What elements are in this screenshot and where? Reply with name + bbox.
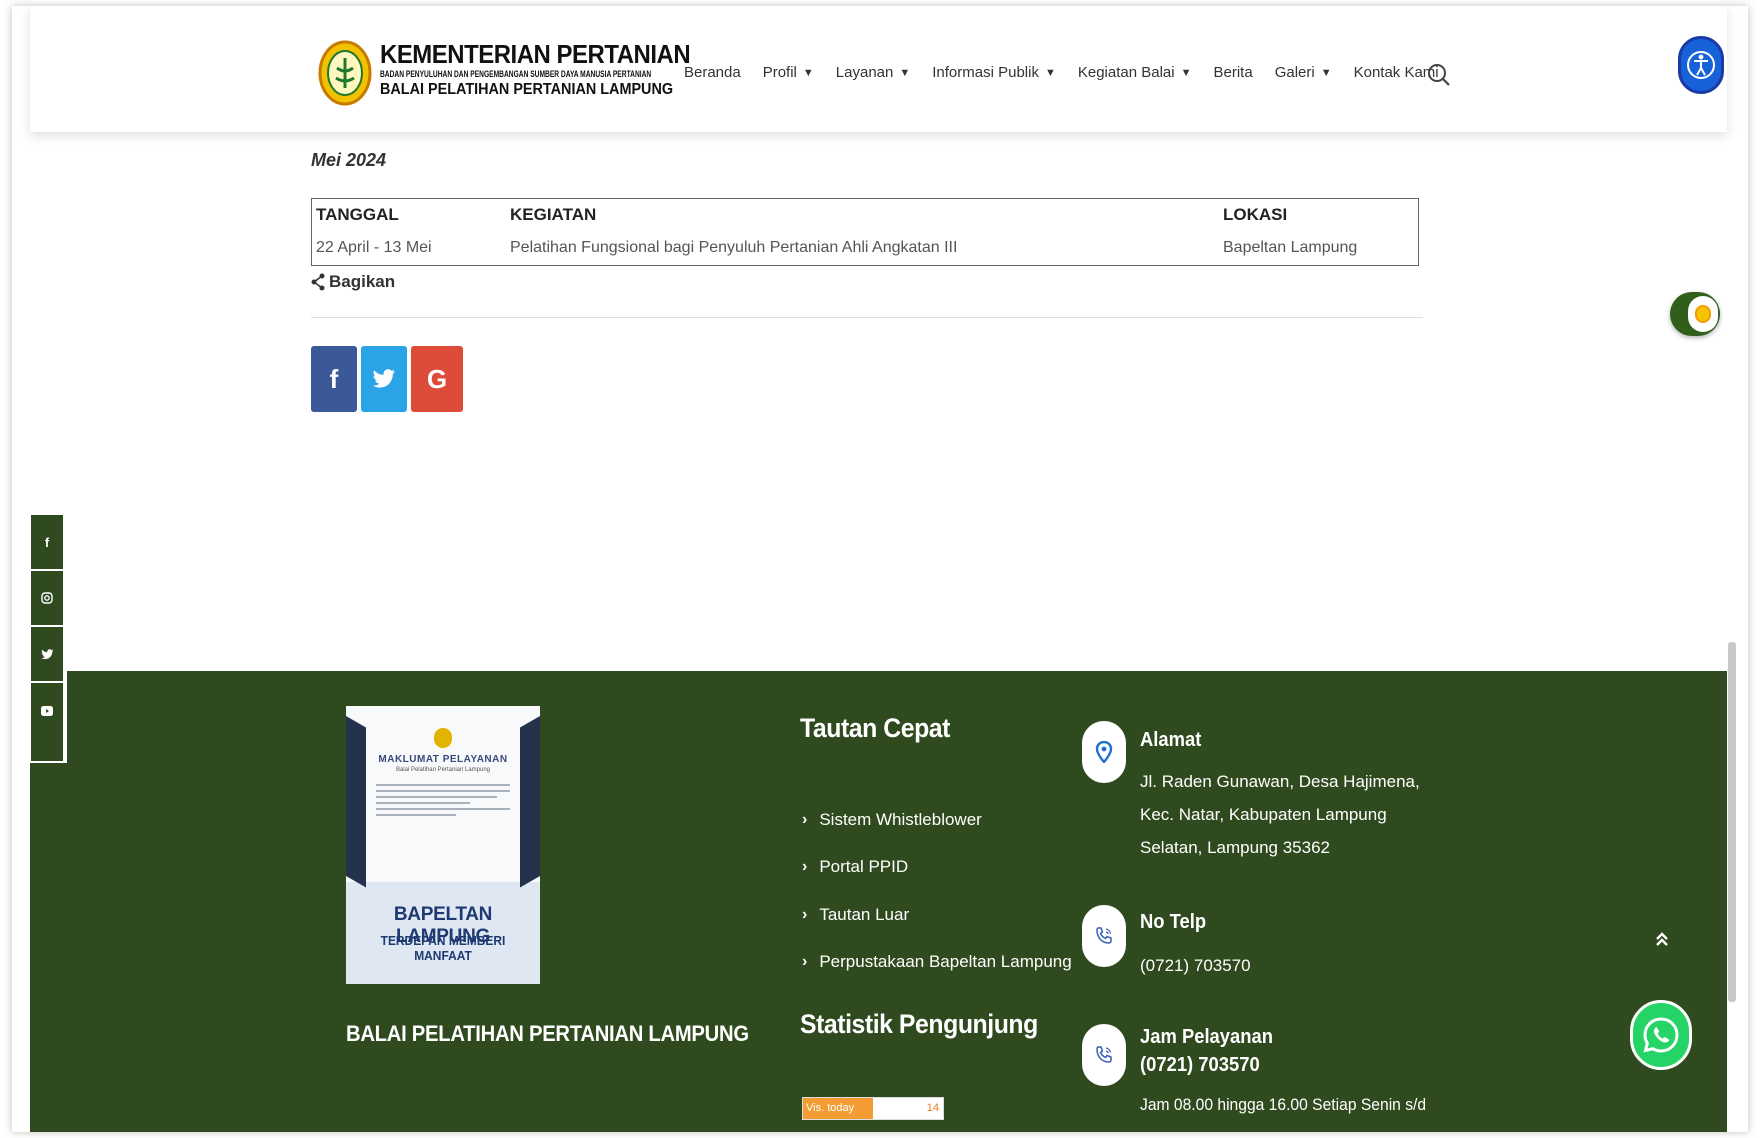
chevron-right-icon: › (802, 810, 808, 828)
toggle-knob (1688, 296, 1718, 332)
nav-beranda[interactable]: Beranda (684, 64, 741, 81)
caret-down-icon: ▼ (1320, 66, 1332, 79)
footer-org-name: BALAI PELATIHAN PERTANIAN LAMPUNG (346, 1021, 749, 1046)
logo-unit: BALAI PELATIHAN PERTANIAN LAMPUNG (380, 81, 674, 98)
facebook-icon: f (44, 534, 50, 550)
cell-date: 22 April - 13 Mei (316, 239, 432, 256)
visitor-counter-label: Vis. today (803, 1098, 873, 1119)
ministry-emblem-icon (318, 40, 372, 106)
scroll-to-top-button[interactable] (1654, 929, 1670, 955)
google-icon: G (426, 363, 448, 394)
phone-icon (1082, 1024, 1126, 1086)
sun-icon (1695, 305, 1711, 323)
hours-text: Jam 08.00 hingga 16.00 Setiap Senin s/d (1140, 1095, 1427, 1114)
site-logo[interactable]: KEMENTERIAN PERTANIAN BADAN PENYULUHAN D… (318, 34, 691, 114)
nav-galeri[interactable]: Galeri ▼ (1275, 64, 1332, 81)
logo-subtitle: BADAN PENYULUHAN DAN PENGEMBANGAN SUMBER… (380, 69, 652, 79)
link-portal-ppid[interactable]: › Portal PPID (800, 844, 1072, 892)
link-tautan-luar[interactable]: › Tautan Luar (800, 891, 1072, 939)
schedule-table: TANGGAL KEGIATAN LOKASI 22 April - 13 Me… (311, 198, 1419, 266)
share-google-button[interactable]: G (411, 346, 463, 412)
accessibility-button[interactable] (1678, 36, 1724, 94)
logo-title: KEMENTERIAN PERTANIAN (380, 39, 691, 69)
address-title: Alamat (1140, 729, 1202, 751)
whatsapp-chat-button[interactable] (1630, 1000, 1692, 1070)
share-facebook-button[interactable]: f (311, 346, 357, 412)
social-facebook-link[interactable]: f (31, 515, 63, 571)
instagram-icon (41, 592, 53, 604)
accessibility-icon (1687, 51, 1715, 79)
youtube-icon (41, 706, 53, 716)
caret-down-icon: ▼ (1044, 66, 1056, 79)
phone-icon (1082, 905, 1126, 967)
poster-title: MAKLUMAT PELAYANAN (378, 754, 508, 765)
main-nav: Beranda Profil ▼ Layanan ▼ Informasi Publi… (684, 64, 1461, 81)
twitter-icon (372, 369, 395, 388)
visitor-counter-value: 14 (926, 1102, 939, 1114)
map-pin-icon (1082, 721, 1126, 783)
share-buttons: f G (311, 346, 463, 412)
service-notice-poster[interactable]: MAKLUMAT PELAYANAN Balai Pelatihan Perta… (346, 706, 540, 984)
visitor-counter: Vis. today 14 (802, 1097, 944, 1120)
poster-subtitle: Balai Pelatihan Pertanian Lampung (395, 767, 491, 773)
search-icon[interactable] (1426, 62, 1452, 88)
nav-kegiatan-balai[interactable]: Kegiatan Balai ▼ (1078, 64, 1192, 81)
social-youtube-link[interactable] (31, 683, 63, 739)
quick-links-title: Tautan Cepat (800, 713, 950, 743)
caret-down-icon: ▼ (899, 66, 911, 79)
nav-profil[interactable]: Profil ▼ (763, 64, 814, 81)
site-header: KEMENTERIAN PERTANIAN BADAN PENYULUHAN D… (30, 6, 1727, 132)
visitor-stats-title: Statistik Pengunjung (800, 1009, 1038, 1039)
poster-body-text (376, 784, 510, 820)
caret-down-icon: ▼ (802, 66, 814, 79)
phone-number[interactable]: (0721) 703570 (1140, 949, 1440, 982)
cell-activity: Pelatihan Fungsional bagi Penyuluh Perta… (510, 239, 958, 256)
social-media-strip: f (29, 513, 65, 763)
whatsapp-icon (1643, 1017, 1679, 1053)
share-icon (311, 273, 325, 291)
column-header-lokasi: LOKASI (1223, 205, 1288, 224)
facebook-icon: f (329, 363, 339, 394)
nav-berita[interactable]: Berita (1214, 64, 1253, 81)
hours-phone[interactable]: (0721) 703570 (1140, 1054, 1260, 1077)
address-text: Jl. Raden Gunawan, Desa Hajimena, Kec. N… (1140, 772, 1420, 857)
column-header-kegiatan: KEGIATAN (510, 205, 597, 224)
quick-links-list: › Sistem Whistleblower › Portal PPID › Taut… (800, 796, 1072, 986)
chevron-right-icon: › (802, 953, 808, 971)
chevron-right-icon: › (802, 858, 808, 876)
poster-tagline: TERDEPAN MEMBERI MANFAAT (380, 933, 506, 963)
link-sistem-whistleblower[interactable]: › Sistem Whistleblower (800, 796, 1072, 844)
dark-mode-toggle[interactable] (1670, 292, 1720, 336)
schedule-month-title: Mei 2024 (311, 150, 387, 170)
content-divider (311, 317, 1423, 318)
column-header-tanggal: TANGGAL (316, 205, 399, 224)
nav-layanan[interactable]: Layanan ▼ (836, 64, 910, 81)
caret-down-icon: ▼ (1180, 66, 1192, 79)
share-twitter-button[interactable] (361, 346, 407, 412)
emblem-icon (434, 728, 452, 748)
chevron-right-icon: › (802, 905, 808, 923)
hours-title: Jam Pelayanan (1140, 1026, 1273, 1048)
share-label: Bagikan (311, 272, 395, 292)
browser-page: KEMENTERIAN PERTANIAN BADAN PENYULUHAN D… (12, 6, 1748, 1132)
social-instagram-link[interactable] (31, 571, 63, 627)
site-footer: MAKLUMAT PELAYANAN Balai Pelatihan Perta… (30, 671, 1727, 1132)
page-scrollbar[interactable] (1728, 642, 1736, 1002)
double-chevron-up-icon (1656, 932, 1668, 946)
cell-location: Bapeltan Lampung (1223, 239, 1358, 256)
phone-title: No Telp (1140, 911, 1207, 933)
twitter-icon (40, 648, 53, 659)
social-twitter-link[interactable] (31, 627, 63, 683)
nav-informasi-publik[interactable]: Informasi Publik ▼ (932, 64, 1056, 81)
link-perpustakaan[interactable]: › Perpustakaan Bapeltan Lampung (800, 939, 1072, 987)
